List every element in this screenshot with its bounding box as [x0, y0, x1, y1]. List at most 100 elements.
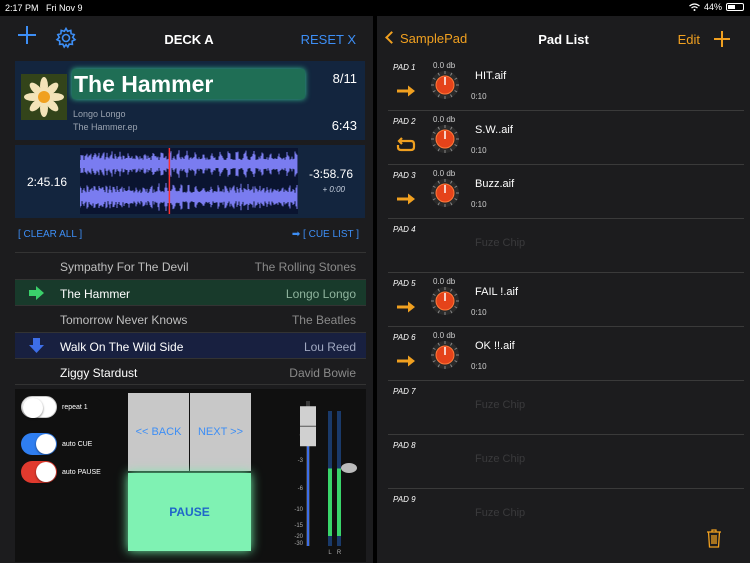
empty-pad-placeholder: Fuze Chip [475, 399, 526, 411]
bottom-toolbar [388, 518, 744, 558]
meter-level-R [337, 468, 341, 536]
pad-label: PAD 5 [393, 279, 416, 288]
gain-knob-icon[interactable] [430, 70, 460, 100]
pad-length: 0:10 [471, 92, 487, 101]
play-arrow-icon[interactable] [396, 191, 416, 207]
pad-row[interactable]: PAD 5 0.0 db FAIL !.aif 0:10 [388, 273, 744, 327]
empty-pad-placeholder: Fuze Chip [475, 453, 526, 465]
cue-list-label: [ CUE LIST ] [303, 229, 359, 240]
pan-knob [341, 463, 357, 473]
pad-row[interactable]: PAD 2 0.0 db S.W..aif 0:10 [388, 111, 744, 165]
meter-tick-label: -20 [294, 534, 303, 540]
pad-label: PAD 8 [393, 441, 416, 450]
play-arrow-icon[interactable] [396, 299, 416, 315]
pad-filename: FAIL !.aif [475, 286, 519, 298]
reset-button[interactable]: RESET X [301, 32, 356, 47]
auto-cue-toggle[interactable] [21, 433, 57, 455]
time-offset: + 0:00 [322, 185, 345, 194]
pad-label: PAD 4 [393, 225, 416, 234]
remaining-time: -3:58.76 [308, 167, 353, 181]
pad-gain: 0.0 db [433, 169, 456, 178]
pad-label: PAD 9 [393, 495, 416, 504]
playlist-title: Sympathy For The Devil [60, 260, 189, 274]
meter-tick-label: -15 [294, 523, 303, 529]
auto-pause-label: auto PAUSE [62, 469, 101, 476]
pad-nav-bar: SamplePad Pad List Edit [377, 16, 750, 58]
elapsed-time: 2:45.16 [27, 175, 68, 189]
clear-all-button[interactable]: [ CLEAR ALL ] [18, 229, 82, 240]
waveform-card: 2:45.16 -3:58.76 + 0:00 [15, 145, 365, 218]
playlist-row-playing[interactable]: The Hammer Longo Longo [15, 278, 366, 305]
volume-meter[interactable]: 0-3-6-10-15-20-30LR [287, 391, 357, 556]
pad-gain: 0.0 db [433, 277, 456, 286]
flower-image-icon [21, 74, 67, 120]
playlist-artist: Lou Reed [303, 339, 356, 354]
deck-panel: DECK A RESET X The Hammer 8/11 Longo Lon… [0, 16, 373, 563]
playlist-title: The Hammer [60, 286, 131, 301]
pad-gain: 0.0 db [433, 115, 456, 124]
pad-label: PAD 1 [393, 63, 416, 72]
pad-label: PAD 2 [393, 117, 416, 126]
pad-filename: S.W..aif [475, 124, 513, 136]
pad-row[interactable]: PAD 6 0.0 db OK !!.aif 0:10 [388, 327, 744, 381]
play-arrow-icon[interactable] [396, 83, 416, 99]
empty-pad-placeholder: Fuze Chip [475, 237, 526, 249]
fader-fill [307, 446, 309, 546]
pad-gain: 0.0 db [433, 331, 456, 340]
pad-row[interactable]: PAD 7 Fuze Chip [388, 381, 744, 435]
gain-knob-icon[interactable] [430, 340, 460, 370]
pad-row[interactable]: PAD 4 Fuze Chip [388, 219, 744, 273]
play-arrow-icon[interactable] [396, 353, 416, 369]
back-button[interactable]: << BACK [128, 393, 189, 471]
playlist-row[interactable]: Sympathy For The Devil The Rolling Stone… [15, 252, 366, 279]
meter-level-L [328, 468, 332, 536]
track-artist: Longo Longo [73, 109, 126, 119]
pad-row[interactable]: PAD 3 0.0 db Buzz.aif 0:10 [388, 165, 744, 219]
meter-tick-label: -30 [294, 541, 303, 547]
playlist-artist: The Rolling Stones [254, 260, 356, 274]
gain-knob-icon[interactable] [430, 124, 460, 154]
auto-pause-toggle[interactable] [21, 461, 57, 483]
gain-knob-icon[interactable] [430, 178, 460, 208]
cue-list-button[interactable]: ➡ [ CUE LIST ] [292, 229, 359, 240]
playlist-title: Walk On The Wild Side [60, 339, 184, 354]
meter-tick-label: -6 [298, 486, 304, 492]
now-playing-card: The Hammer 8/11 Longo Longo The Hammer.e… [15, 61, 365, 140]
status-date: Fri Nov 9 [46, 3, 83, 13]
status-time: 2:17 PM [5, 3, 39, 13]
track-album: The Hammer.ep [73, 122, 138, 132]
pad-filename: OK !!.aif [475, 340, 515, 352]
trash-icon[interactable] [706, 528, 722, 548]
edit-button[interactable]: Edit [678, 32, 700, 47]
playlist-row[interactable]: Ziggy Stardust David Bowie [15, 358, 366, 385]
pad-length: 0:10 [471, 362, 487, 371]
playlist-row[interactable]: Tomorrow Never Knows The Beatles [15, 305, 366, 332]
pad-label: PAD 7 [393, 387, 416, 396]
gain-knob-icon[interactable] [430, 286, 460, 316]
pad-row[interactable]: PAD 8 Fuze Chip [388, 435, 744, 489]
pad-row[interactable]: PAD 1 0.0 db HIT.aif 0:10 [388, 57, 744, 111]
deck-nav-bar: DECK A RESET X [0, 16, 373, 58]
repeat-toggle[interactable] [21, 396, 57, 418]
track-duration: 6:43 [331, 118, 357, 133]
song-title[interactable]: The Hammer [72, 69, 305, 99]
next-button[interactable]: NEXT >> [190, 393, 251, 471]
playlist-title: Tomorrow Never Knows [60, 313, 188, 327]
auto-cue-label: auto CUE [62, 441, 93, 448]
pad-label: PAD 6 [393, 333, 416, 342]
repeat-label: repeat 1 [62, 404, 88, 411]
pad-length: 0:10 [471, 146, 487, 155]
playlist-row-next[interactable]: Walk On The Wild Side Lou Reed [15, 331, 366, 358]
add-pad-icon[interactable] [714, 31, 730, 47]
playlist-title: Ziggy Stardust [60, 366, 138, 380]
pause-button[interactable]: PAUSE [128, 473, 251, 551]
battery-icon [726, 3, 744, 11]
album-art [21, 74, 67, 120]
waveform-display[interactable] [80, 148, 298, 214]
waveform-channel-right [80, 182, 298, 212]
pad-filename: HIT.aif [475, 70, 507, 82]
loop-icon[interactable] [396, 137, 416, 153]
meter-tick-label: -10 [294, 507, 303, 513]
meter-channel-label: L [328, 550, 332, 556]
pad-list: PAD 1 0.0 db HIT.aif 0:10 PAD 2 0.0 db S.W..ai… [388, 57, 744, 543]
